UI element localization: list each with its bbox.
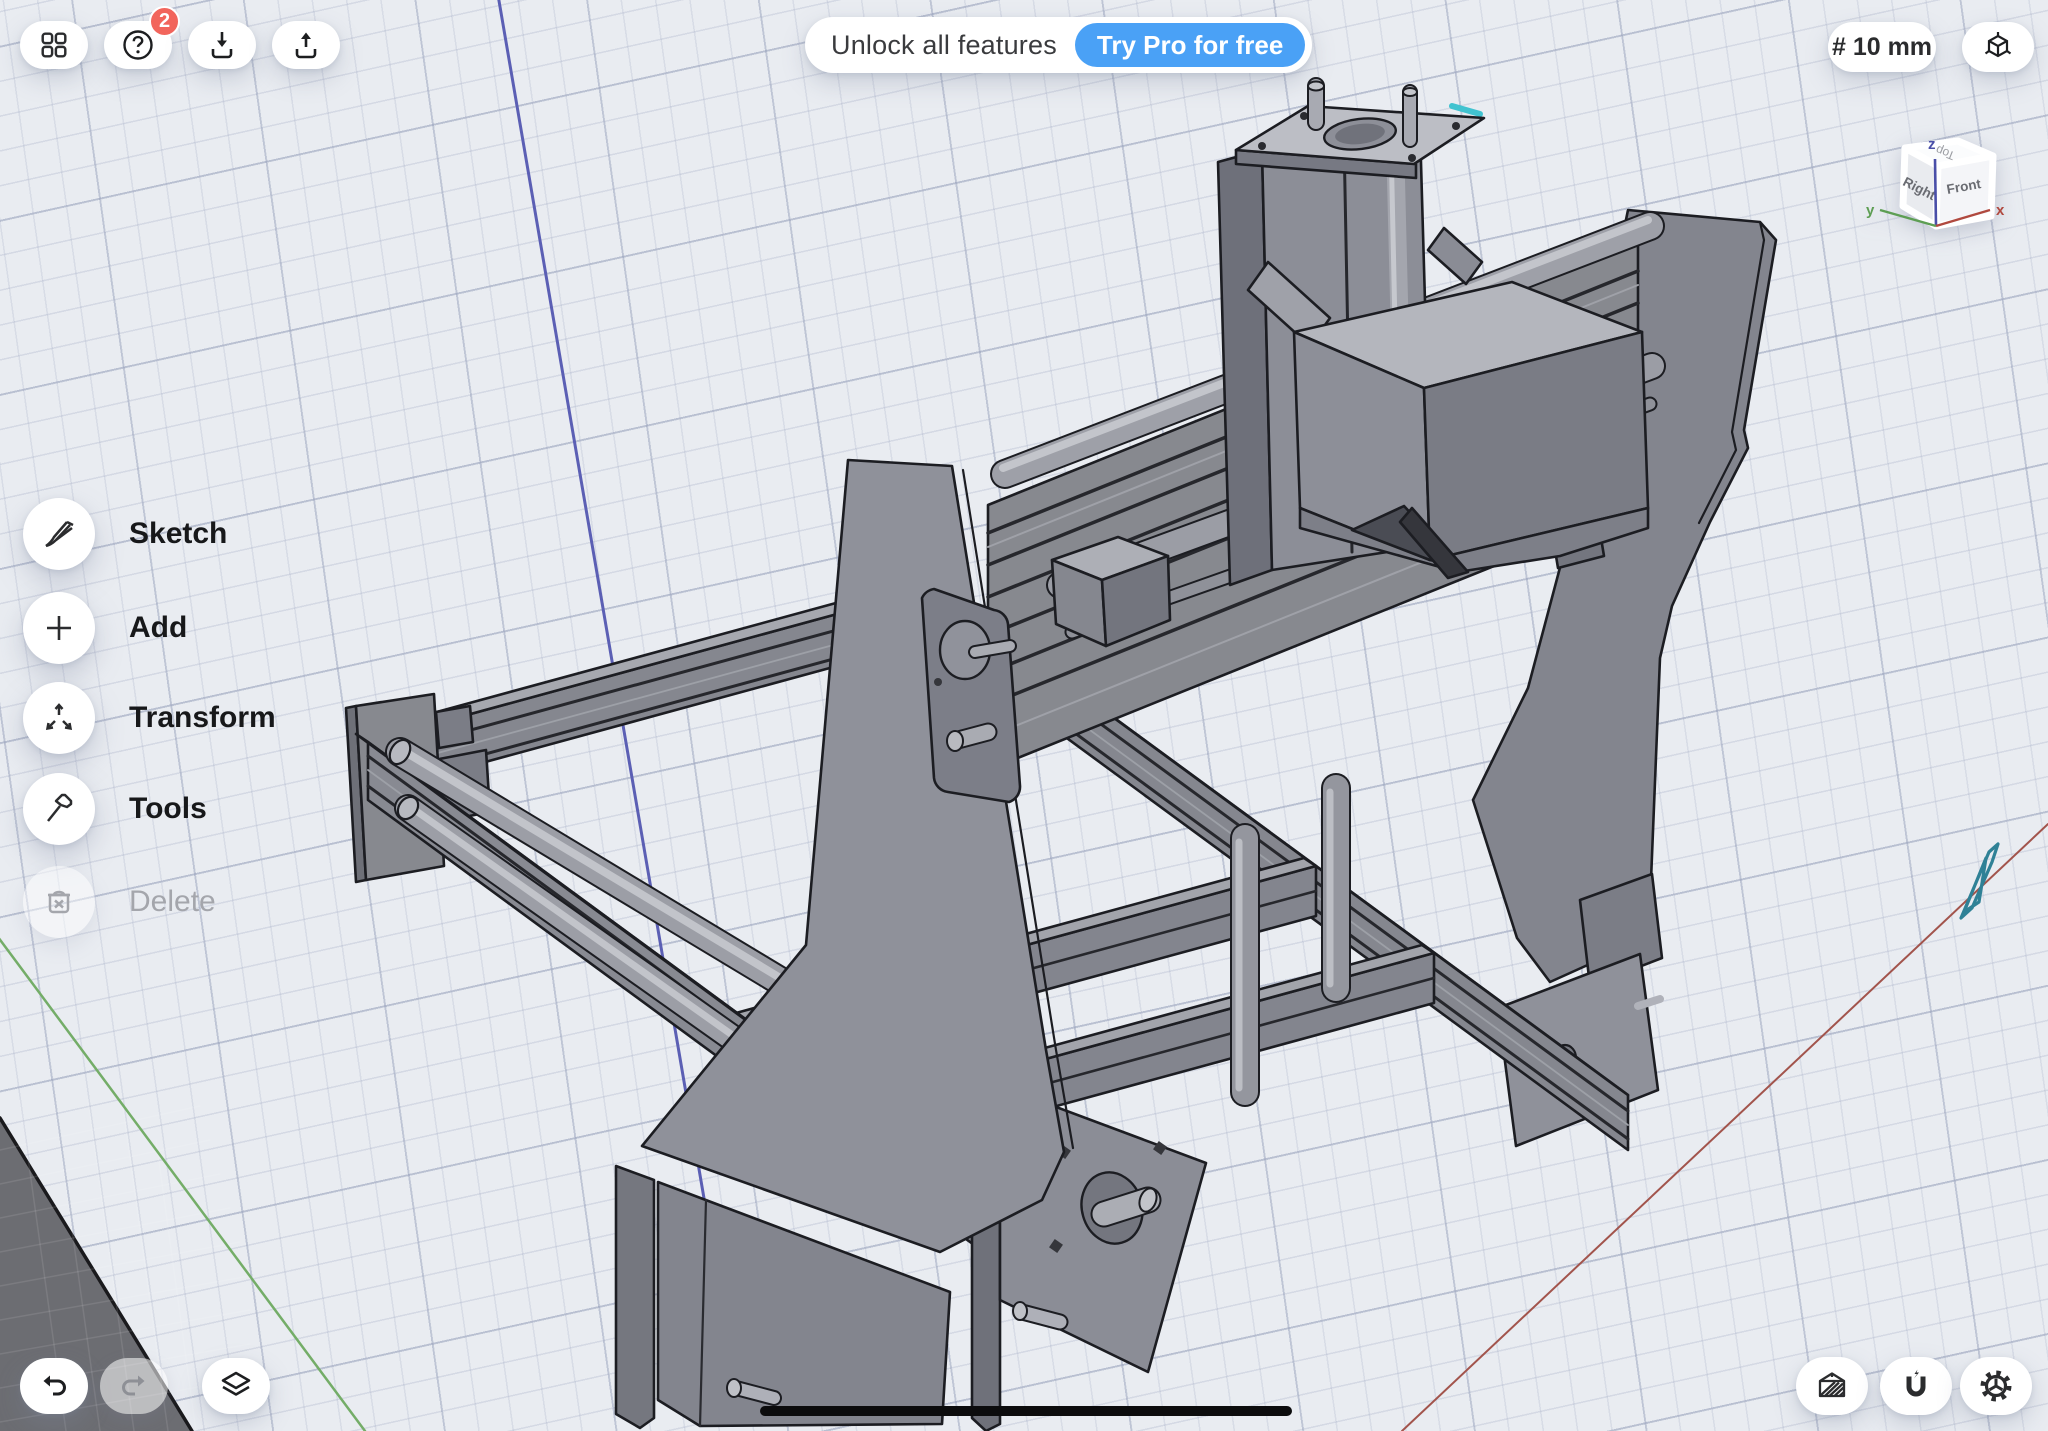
cnc-model[interactable]	[346, 82, 1776, 1431]
undo-button[interactable]	[20, 1358, 88, 1414]
try-pro-button[interactable]: Try Pro for free	[1075, 23, 1305, 67]
section-view-button[interactable]	[1796, 1357, 1868, 1415]
section-view-icon	[1814, 1368, 1850, 1404]
help-question-icon	[120, 27, 156, 63]
items-button[interactable]	[202, 1358, 270, 1414]
promo-banner: Unlock all features Try Pro for free	[805, 17, 1312, 73]
isometric-cube-icon	[1980, 29, 2016, 65]
view-cube-z-axis	[1935, 159, 1936, 226]
tools-hammer-icon	[40, 790, 78, 828]
units-button[interactable]: # 10 mm	[1828, 22, 1936, 72]
redo-button	[100, 1358, 168, 1414]
view-mode-button[interactable]	[1962, 22, 2034, 72]
scene-canvas[interactable]	[0, 0, 2048, 1431]
apps-grid-icon	[38, 29, 70, 61]
menu-item-tools[interactable]: Tools	[23, 773, 207, 845]
settings-gear-icon	[1977, 1367, 2015, 1405]
menu-item-label: Transform	[129, 701, 276, 735]
home-indicator[interactable]	[760, 1406, 1292, 1416]
axis-z-label: z	[1928, 136, 1936, 153]
menu-item-sketch[interactable]: Sketch	[23, 498, 227, 570]
settings-button[interactable]	[1960, 1357, 2032, 1415]
add-plus-icon	[40, 609, 78, 647]
magnet-snap-icon	[1898, 1368, 1934, 1404]
export-button[interactable]	[272, 21, 340, 69]
apps-grid-button[interactable]	[20, 21, 88, 69]
menu-item-transform[interactable]: Transform	[23, 682, 276, 754]
menu-item-add[interactable]: Add	[23, 592, 187, 664]
help-badge: 2	[149, 6, 180, 37]
snap-button[interactable]	[1880, 1357, 1952, 1415]
menu-item-delete: Delete	[23, 866, 216, 938]
layers-stack-icon	[218, 1368, 254, 1404]
menu-item-label: Sketch	[129, 517, 227, 551]
axis-line-z	[498, 0, 712, 1245]
undo-arrow-icon	[37, 1369, 71, 1403]
import-button[interactable]	[188, 21, 256, 69]
axis-y-label: y	[1866, 202, 1875, 219]
view-cube[interactable]: Top Right Front z y x	[1862, 133, 2037, 268]
menu-item-label: Add	[129, 611, 187, 645]
axis-line-x	[1402, 824, 2048, 1431]
menu-item-label: Tools	[129, 792, 207, 826]
export-arrow-icon	[289, 28, 323, 62]
promo-label: Unlock all features	[831, 30, 1057, 61]
menu-item-label: Delete	[129, 885, 216, 919]
sketch-pen-icon	[40, 515, 78, 553]
x-carriage-block	[1294, 282, 1648, 578]
delete-trash-icon	[40, 883, 78, 921]
sketch-pencil-marker	[1961, 844, 1998, 918]
cad-workspace: 2 Unlock all features Try Pro for free #…	[0, 0, 2048, 1431]
import-arrow-icon	[205, 28, 239, 62]
transform-arrows-icon	[40, 699, 78, 737]
redo-arrow-icon	[117, 1369, 151, 1403]
axis-x-label: x	[1996, 202, 2005, 219]
z-support-cylinders	[1239, 788, 1336, 1092]
